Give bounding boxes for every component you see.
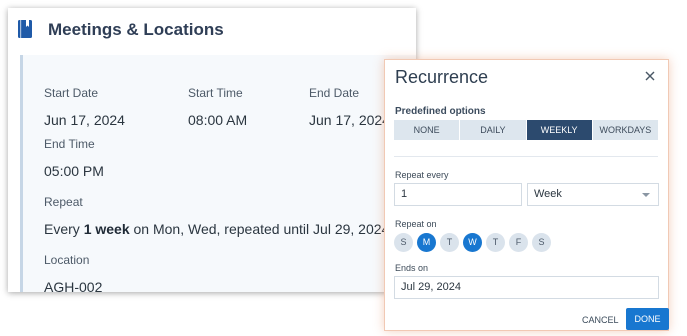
recurrence-dialog: Recurrence Predefined options NONE DAILY…: [384, 59, 669, 331]
start-time-label: Start Time: [188, 86, 243, 100]
day-sunday-toggle[interactable]: S: [394, 233, 413, 252]
repeat-label: Repeat: [44, 195, 83, 209]
end-time-value: 05:00 PM: [44, 163, 104, 179]
chevron-down-icon: [642, 193, 650, 197]
done-button[interactable]: DONE: [626, 308, 669, 330]
weekday-selector: S M T W T F S: [394, 233, 555, 253]
start-date-label: Start Date: [44, 86, 99, 100]
location-label: Location: [44, 253, 90, 267]
repeat-every-input[interactable]: 1: [394, 183, 522, 206]
repeat-suffix: on Mon, Wed, repeated until Jul 29, 2024: [129, 221, 390, 237]
day-wednesday-toggle[interactable]: W: [463, 233, 482, 252]
day-friday-toggle[interactable]: F: [509, 233, 528, 252]
end-time-label: End Time: [44, 137, 95, 151]
event-details: Start Date Jun 17, 2024 Start Time 08:00…: [20, 55, 416, 292]
predefined-options-label: Predefined options: [395, 106, 486, 117]
option-workdays-button[interactable]: WORKDAYS: [592, 120, 658, 140]
predefined-options-group: NONE DAILY WEEKLY WORKDAYS: [394, 120, 658, 140]
repeat-unit-select[interactable]: Week: [527, 183, 659, 206]
panel-title: Meetings & Locations: [48, 20, 224, 39]
divider: [394, 156, 658, 157]
day-saturday-toggle[interactable]: S: [532, 233, 551, 252]
location-value: AGH-002: [44, 279, 103, 292]
close-icon[interactable]: [642, 68, 658, 84]
repeat-every-label: Repeat every: [395, 170, 449, 180]
panel-header: Meetings & Locations: [8, 8, 416, 50]
day-tuesday-toggle[interactable]: T: [440, 233, 459, 252]
end-date-value: Jun 17, 2024: [309, 112, 390, 128]
end-date-label: End Date: [309, 86, 360, 100]
option-none-button[interactable]: NONE: [394, 120, 461, 140]
ends-on-label: Ends on: [395, 263, 429, 273]
option-daily-button[interactable]: DAILY: [460, 120, 527, 140]
start-time-value: 08:00 AM: [188, 112, 248, 128]
cancel-button[interactable]: CANCEL: [582, 315, 619, 325]
repeat-unit-value: Week: [534, 188, 562, 200]
repeat-on-label: Repeat on: [395, 219, 437, 229]
option-weekly-button[interactable]: WEEKLY: [526, 120, 593, 140]
meetings-locations-panel: Meetings & Locations Start Date Jun 17, …: [8, 8, 416, 292]
repeat-value: Every 1 week on Mon, Wed, repeated until…: [44, 221, 389, 237]
day-monday-toggle[interactable]: M: [417, 233, 436, 252]
book-icon: [18, 20, 32, 38]
repeat-interval: 1 week: [83, 221, 130, 237]
dialog-title: Recurrence: [395, 67, 489, 87]
repeat-prefix: Every: [44, 221, 84, 237]
day-thursday-toggle[interactable]: T: [486, 233, 505, 252]
start-date-value: Jun 17, 2024: [44, 112, 125, 128]
ends-on-date-input[interactable]: Jul 29, 2024: [394, 276, 659, 299]
